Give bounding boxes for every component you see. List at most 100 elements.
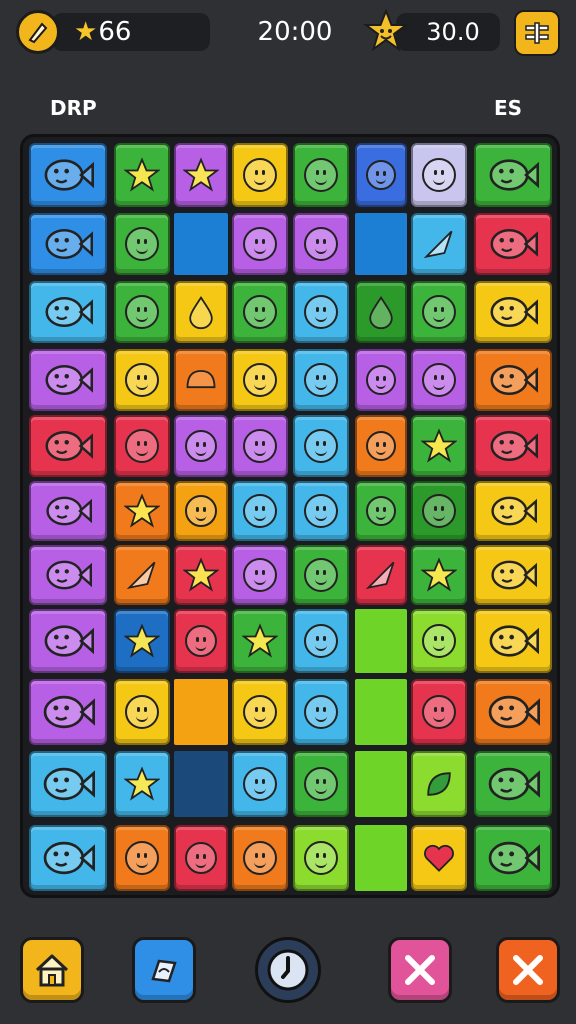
tile[interactable] <box>355 481 407 541</box>
fish-icon <box>490 297 538 327</box>
tile[interactable] <box>411 545 467 605</box>
tile[interactable] <box>411 349 467 411</box>
tile[interactable] <box>474 143 552 207</box>
tile[interactable] <box>474 751 552 817</box>
tile[interactable] <box>355 143 407 207</box>
empty-slot <box>174 751 228 817</box>
tile[interactable] <box>232 213 288 275</box>
tile[interactable] <box>293 143 349 207</box>
tile[interactable] <box>293 609 349 673</box>
tile[interactable] <box>114 609 170 673</box>
tile[interactable] <box>174 281 228 343</box>
tile[interactable] <box>29 213 107 275</box>
tile[interactable] <box>293 213 349 275</box>
tile[interactable] <box>114 213 170 275</box>
tile[interactable] <box>474 349 552 411</box>
tile[interactable] <box>411 609 467 673</box>
tile[interactable] <box>114 349 170 411</box>
tile[interactable] <box>474 609 552 673</box>
tile[interactable] <box>232 281 288 343</box>
tile[interactable] <box>411 143 467 207</box>
tile[interactable] <box>293 679 349 745</box>
tile[interactable] <box>293 825 349 891</box>
tile[interactable] <box>29 679 107 745</box>
tile[interactable] <box>411 281 467 343</box>
fish-icon <box>490 431 538 461</box>
tile[interactable] <box>114 143 170 207</box>
tile[interactable] <box>293 751 349 817</box>
tile[interactable] <box>355 281 407 343</box>
tile[interactable] <box>474 481 552 541</box>
creature-face-icon <box>304 695 338 729</box>
tile[interactable] <box>411 415 467 477</box>
tile[interactable] <box>114 481 170 541</box>
tile[interactable] <box>29 751 107 817</box>
tile[interactable] <box>174 415 228 477</box>
tile[interactable] <box>293 481 349 541</box>
tile[interactable] <box>411 679 467 745</box>
tile[interactable] <box>474 825 552 891</box>
tile[interactable] <box>29 609 107 673</box>
tile[interactable] <box>232 545 288 605</box>
tile[interactable] <box>174 609 228 673</box>
tile[interactable] <box>114 415 170 477</box>
tile[interactable] <box>174 349 228 411</box>
tile[interactable] <box>114 751 170 817</box>
home-button[interactable] <box>20 937 84 1003</box>
tile[interactable] <box>174 143 228 207</box>
tile[interactable] <box>29 415 107 477</box>
remove-button[interactable] <box>388 937 452 1003</box>
hint-button[interactable] <box>132 937 196 1003</box>
tile[interactable] <box>411 825 467 891</box>
empty-slot <box>355 213 407 275</box>
tile[interactable] <box>411 751 467 817</box>
tile[interactable] <box>293 281 349 343</box>
tile[interactable] <box>232 349 288 411</box>
tile[interactable] <box>29 545 107 605</box>
tile[interactable] <box>29 349 107 411</box>
tile[interactable] <box>474 679 552 745</box>
creature-face-icon <box>243 695 277 729</box>
fish-icon <box>491 560 537 590</box>
tile[interactable] <box>29 825 107 891</box>
tile[interactable] <box>355 349 407 411</box>
creature-face-icon <box>185 625 217 657</box>
home-icon <box>35 954 69 987</box>
tile[interactable] <box>29 481 107 541</box>
tile[interactable] <box>114 825 170 891</box>
creature-face-icon <box>125 363 159 397</box>
creature-face-icon <box>422 695 456 729</box>
tile[interactable] <box>174 825 228 891</box>
tile[interactable] <box>474 415 552 477</box>
pause-button[interactable] <box>255 937 321 1003</box>
tile[interactable] <box>114 545 170 605</box>
tile[interactable] <box>232 143 288 207</box>
tile[interactable] <box>293 415 349 477</box>
tile[interactable] <box>29 143 107 207</box>
tile[interactable] <box>293 349 349 411</box>
tile[interactable] <box>355 545 407 605</box>
tile[interactable] <box>232 609 288 673</box>
menu-button[interactable] <box>514 10 560 56</box>
tile[interactable] <box>232 825 288 891</box>
fish-icon <box>43 767 95 801</box>
tile[interactable] <box>474 281 552 343</box>
creature-face-icon <box>304 295 338 329</box>
tile[interactable] <box>232 481 288 541</box>
tile[interactable] <box>232 415 288 477</box>
tile[interactable] <box>114 679 170 745</box>
tile[interactable] <box>29 281 107 343</box>
tile[interactable] <box>411 213 467 275</box>
tile[interactable] <box>474 545 552 605</box>
tile[interactable] <box>411 481 467 541</box>
close-button[interactable] <box>496 937 560 1003</box>
tile[interactable] <box>114 281 170 343</box>
tile[interactable] <box>232 679 288 745</box>
tile[interactable] <box>474 213 552 275</box>
fish-icon <box>489 159 539 191</box>
tile[interactable] <box>355 415 407 477</box>
tile[interactable] <box>293 545 349 605</box>
tile[interactable] <box>232 751 288 817</box>
tile[interactable] <box>174 481 228 541</box>
tile[interactable] <box>174 545 228 605</box>
